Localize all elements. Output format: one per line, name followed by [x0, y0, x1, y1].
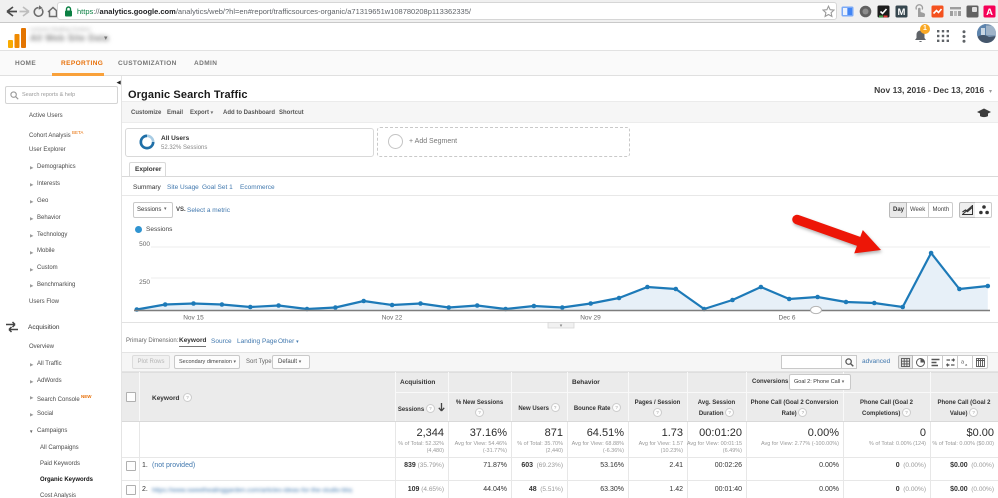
svg-text:250: 250 — [139, 279, 150, 286]
svg-text:500: 500 — [139, 241, 150, 248]
svg-text:A: A — [986, 7, 993, 18]
svg-text:Nov 15: Nov 15 — [183, 315, 204, 322]
svg-text:a: a — [965, 362, 968, 367]
svg-text:Dec 6: Dec 6 — [779, 315, 796, 322]
svg-text:Nov 22: Nov 22 — [382, 315, 403, 322]
svg-text:Nov 29: Nov 29 — [580, 315, 601, 322]
svg-text:M: M — [898, 7, 906, 18]
